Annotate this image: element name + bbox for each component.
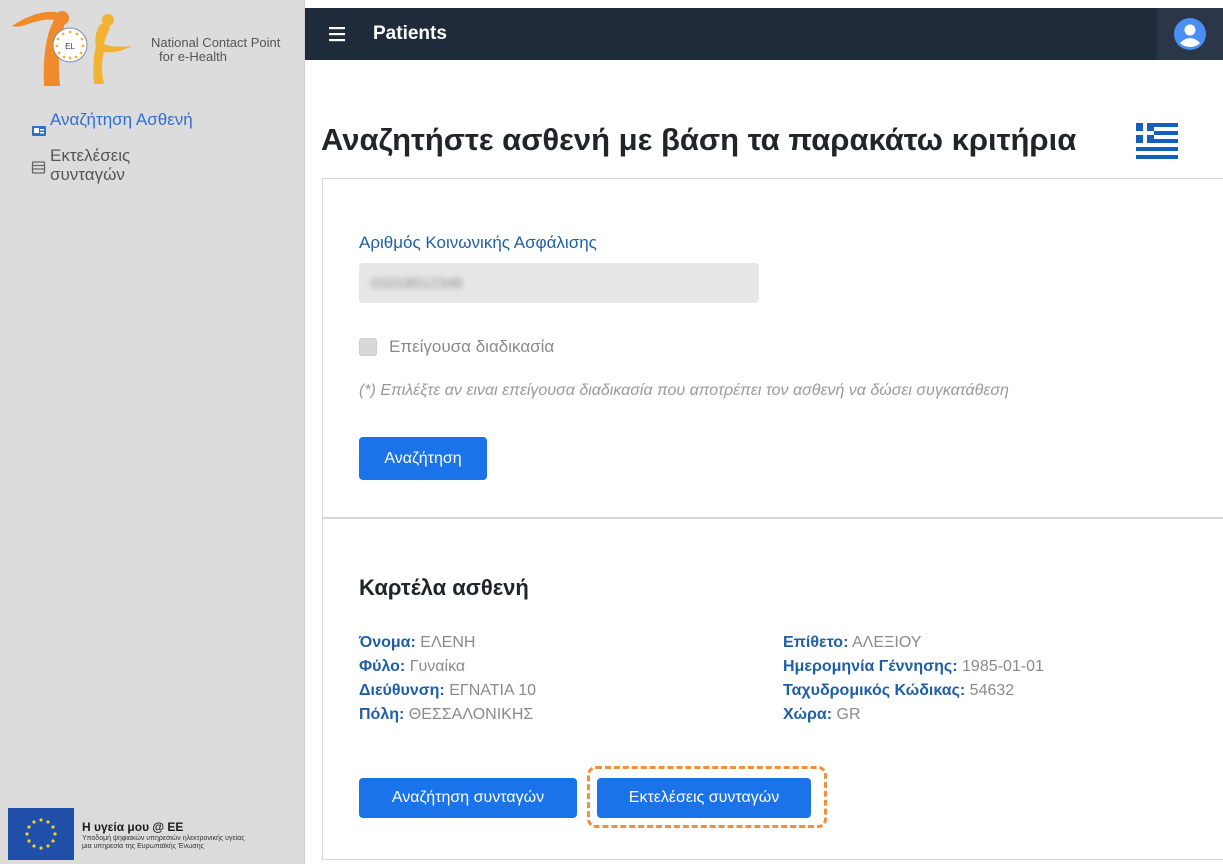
dob-label: Ημερομηνία Γέννησης: (783, 658, 958, 675)
footer-subtitle-line-1: Υποδομή ψηφιακών υπηρεσιών ηλεκτρονικής … (82, 835, 245, 842)
search-prescriptions-button[interactable]: Αναζήτηση συνταγών (359, 778, 577, 818)
first-name-value: ΕΛΕΝΗ (420, 634, 476, 651)
footer-subtitle-line-2: μια υπηρεσία της Ευρωπαϊκής Ένωσης (82, 843, 205, 850)
city-row: Πόλη: ΘΕΣΣΑΛΟΝΙΚΗΣ (359, 703, 536, 727)
footer-title: Η υγεία μου @ ΕΕ (82, 820, 184, 834)
ssn-label: Αριθμός Κοινωνικής Ασφάλισης (359, 233, 597, 252)
patient-info-right: Επίθετο: ΑΛΕΞΙΟΥ Ημερομηνία Γέννησης: 19… (783, 631, 1044, 727)
patient-card: Καρτέλα ασθενή Όνομα: ΕΛΕΝΗ Φύλο: Γυναίκ… (322, 518, 1223, 860)
sidebar-item-patient-search[interactable]: Αναζήτηση Ασθενή (30, 110, 290, 140)
emergency-row: Επείγουσα διαδικασία (359, 337, 554, 357)
city-value: ΘΕΣΣΑΛΟΝΙΚΗΣ (408, 706, 534, 723)
gender-label: Φύλο: (359, 658, 406, 675)
postal-code-value: 54632 (969, 682, 1015, 699)
dob-row: Ημερομηνία Γέννησης: 1985-01-01 (783, 655, 1044, 679)
user-menu[interactable] (1157, 8, 1223, 60)
sidebar-item-label: Εκτελέσεις συνταγών (50, 146, 131, 184)
dob-value: 1985-01-01 (962, 658, 1044, 675)
brand-name: National Contact Point for e-Health (151, 36, 280, 64)
country-row: Χώρα: GR (783, 703, 1044, 727)
country-value: GR (836, 706, 861, 723)
sidebar-nav: Αναζήτηση Ασθενή Εκτελέσεις συνταγών (30, 110, 290, 190)
ncp-logo-icon: EL (12, 11, 132, 86)
ssn-value: 01018512346 (371, 274, 463, 292)
address-label: Διεύθυνση: (359, 682, 445, 699)
address-value: ΕΓΝΑΤΙΑ 10 (449, 682, 536, 699)
patient-search-card: Αριθμός Κοινωνικής Ασφάλισης 01018512346… (322, 178, 1223, 518)
postal-code-row: Ταχυδρομικός Κώδικας: 54632 (783, 679, 1044, 703)
last-name-label: Επίθετο: (783, 634, 849, 651)
brand-badge: EL (65, 42, 75, 51)
footer-subtitle: Υποδομή ψηφιακών υπηρεσιών ηλεκτρονικής … (82, 835, 292, 851)
eu-flag-icon (8, 808, 74, 860)
address-row: Διεύθυνση: ΕΓΝΑΤΙΑ 10 (359, 679, 536, 703)
search-button[interactable]: Αναζήτηση (359, 437, 487, 480)
last-name-row: Επίθετο: ΑΛΕΞΙΟΥ (783, 631, 1044, 655)
emergency-hint: (*) Επιλέξτε αν ειναι επείγουσα διαδικασ… (359, 382, 1009, 399)
country-label: Χώρα: (783, 706, 833, 723)
top-bar: Patients (305, 8, 1223, 60)
brand-line-1: National Contact Point (151, 35, 281, 50)
brand-logo[interactable]: EL National Contact Point for e-Health (8, 8, 298, 86)
sidebar-item-label: Αναζήτηση Ασθενή (50, 110, 193, 129)
first-name-label: Όνομα: (359, 634, 416, 651)
last-name-value: ΑΛΕΞΙΟΥ (851, 634, 922, 651)
gender-value: Γυναίκα (409, 658, 466, 675)
brand-line-2: for e-Health (159, 49, 227, 64)
patient-info-left: Όνομα: ΕΛΕΝΗ Φύλο: Γυναίκα Διεύθυνση: ΕΓ… (359, 631, 536, 727)
gender-row: Φύλο: Γυναίκα (359, 655, 536, 679)
prescription-executions-button[interactable]: Εκτελέσεις συνταγών (597, 778, 811, 818)
patient-card-title: Καρτέλα ασθενή (359, 575, 529, 600)
ssn-input[interactable]: 01018512346 (359, 263, 759, 303)
sidebar: EL National Contact Point for e-Health Α… (0, 0, 305, 864)
emergency-checkbox[interactable] (359, 338, 377, 356)
city-label: Πόλη: (359, 706, 405, 723)
page-title: Αναζητήστε ασθενή με βάση τα παρακάτω κρ… (321, 122, 1077, 157)
app-root: EL National Contact Point for e-Health Α… (0, 0, 1223, 864)
user-avatar-icon (1174, 18, 1206, 50)
page-header-title: Patients (373, 23, 447, 44)
emergency-label: Επείγουσα διαδικασία (389, 337, 555, 356)
postal-code-label: Ταχυδρομικός Κώδικας: (783, 682, 966, 699)
eu-health-logo: Η υγεία μου @ ΕΕ Υποδομή ψηφιακών υπηρεσ… (8, 808, 300, 860)
greek-flag-icon[interactable] (1136, 123, 1178, 159)
menu-icon[interactable] (327, 23, 349, 45)
id-card-icon (32, 126, 46, 136)
list-icon (31, 161, 46, 174)
first-name-row: Όνομα: ΕΛΕΝΗ (359, 631, 536, 655)
sidebar-item-prescription-executions[interactable]: Εκτελέσεις συνταγών (30, 146, 290, 184)
